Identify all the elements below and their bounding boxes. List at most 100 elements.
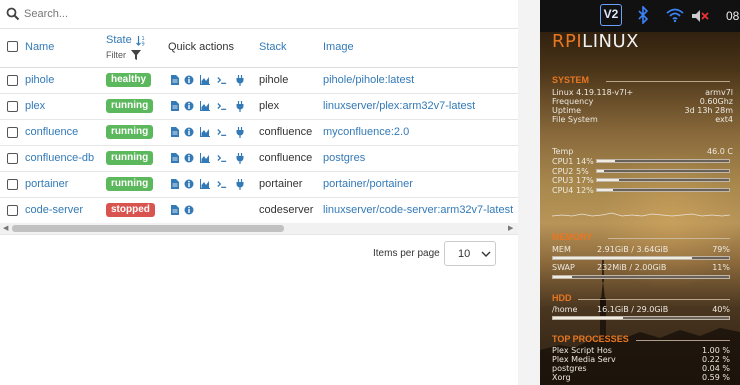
sort-icon[interactable]: 1 9 (136, 35, 146, 46)
row-checkbox[interactable] (7, 205, 18, 216)
container-name-link[interactable]: plex (25, 100, 45, 112)
search-input[interactable] (24, 5, 504, 23)
temp-label: Temp (552, 147, 574, 156)
rpilinux-logo: RPILINUX (552, 31, 639, 52)
row-checkbox[interactable] (7, 179, 18, 190)
table-row[interactable]: confluence-db running confluence postgres (0, 146, 518, 172)
scrollbar-thumb[interactable] (12, 225, 284, 232)
console-icon[interactable] (217, 152, 227, 164)
table-row[interactable]: plex running plex linuxserver/plex:arm32v7-… (0, 94, 518, 120)
items-per-page-label: Items per page (373, 248, 440, 259)
scroll-left-icon[interactable]: ◀ (3, 224, 8, 232)
clock[interactable]: 08:53 (726, 9, 740, 23)
table-row[interactable]: confluence running confluence myconfluence:… (0, 120, 518, 146)
process-name: Xorg (552, 373, 571, 382)
stats-icon[interactable] (200, 100, 210, 112)
top-processes-title: TOP PROCESSES (552, 334, 629, 344)
name-column-header[interactable]: Name (25, 41, 54, 53)
image-link[interactable]: postgres (323, 152, 365, 164)
state-filter-label[interactable]: Filter (106, 50, 126, 60)
cpu-percent: 5% (576, 166, 589, 176)
stack-name: portainer (259, 178, 303, 190)
process-name: Plex Media Serv (552, 355, 616, 364)
horizontal-scrollbar[interactable]: ◀ ▶ (0, 223, 518, 234)
temp-value: 46.0 C (707, 147, 733, 156)
console-icon[interactable] (217, 74, 227, 86)
table-row[interactable]: portainer running portainer portainer/porta… (0, 172, 518, 198)
cpu-bar (596, 187, 730, 192)
items-per-page-value: 10 (458, 248, 471, 260)
hdd-value: 16.1GiB / 29.0GiB (597, 305, 669, 314)
image-link[interactable]: linuxserver/plex:arm32v7-latest (323, 100, 475, 112)
attach-icon[interactable] (235, 100, 245, 112)
row-checkbox[interactable] (7, 101, 18, 112)
hdd-mount: /home (552, 305, 578, 314)
inspect-icon[interactable] (184, 126, 194, 138)
container-name-link[interactable]: confluence (25, 126, 78, 138)
volume-muted-icon[interactable] (690, 8, 710, 24)
stack-name: confluence (259, 126, 313, 138)
container-name-link[interactable]: pihole (25, 74, 54, 86)
hdd-percent: 40% (712, 305, 730, 314)
cpu-percent: 14% (576, 157, 594, 166)
stack-name: codeserver (259, 204, 314, 216)
items-per-page-select[interactable]: 10 (444, 241, 496, 266)
select-all-checkbox[interactable] (7, 41, 18, 52)
stats-icon[interactable] (200, 178, 210, 190)
console-icon[interactable] (217, 178, 227, 190)
filter-icon[interactable] (131, 50, 141, 60)
cpu-label: CPU4 (552, 185, 574, 195)
inspect-icon[interactable] (184, 204, 194, 216)
mem-value: 2.91GiB / 3.64GiB (597, 245, 669, 254)
scroll-right-icon[interactable]: ▶ (508, 224, 513, 232)
cpu-bar (596, 159, 730, 163)
inspect-icon[interactable] (184, 100, 194, 112)
state-column-header[interactable]: State (106, 34, 132, 46)
image-link[interactable]: pihole/pihole:latest (323, 74, 414, 86)
attach-icon[interactable] (235, 74, 245, 86)
section-divider (636, 340, 730, 341)
frequency-value: 0.60Ghz (699, 97, 733, 106)
status-badge: running (106, 177, 154, 191)
console-icon[interactable] (217, 100, 227, 112)
image-link[interactable]: linuxserver/code-server:arm32v7-latest (323, 204, 513, 216)
row-checkbox[interactable] (7, 127, 18, 138)
inspect-icon[interactable] (184, 74, 194, 86)
inspect-icon[interactable] (184, 152, 194, 164)
attach-icon[interactable] (235, 152, 245, 164)
attach-icon[interactable] (235, 178, 245, 190)
logs-icon[interactable] (170, 74, 180, 86)
image-link[interactable]: portainer/portainer (323, 178, 413, 190)
desktop-panel: V2 08:53 RPILINUX SYSTEM Linux 4.19.118-… (518, 0, 740, 385)
logs-icon[interactable] (170, 178, 180, 190)
container-name-link[interactable]: code-server (25, 204, 83, 216)
table-row[interactable]: code-server stopped codeserver linuxserver/… (0, 198, 518, 224)
inspect-icon[interactable] (184, 178, 194, 190)
process-cpu: 0.22 % (702, 355, 730, 364)
kernel-label: Linux 4.19.118-v7l+ (552, 88, 634, 97)
logs-icon[interactable] (170, 152, 180, 164)
wifi-icon[interactable] (665, 7, 685, 23)
bluetooth-icon[interactable] (637, 6, 649, 24)
row-checkbox[interactable] (7, 75, 18, 86)
attach-icon[interactable] (235, 126, 245, 138)
stats-icon[interactable] (200, 152, 210, 164)
logs-icon[interactable] (170, 126, 180, 138)
logs-icon[interactable] (170, 204, 180, 216)
row-checkbox[interactable] (7, 153, 18, 164)
console-icon[interactable] (217, 126, 227, 138)
image-link[interactable]: myconfluence:2.0 (323, 126, 409, 138)
stack-column-header[interactable]: Stack (259, 41, 287, 53)
status-badge: healthy (106, 73, 152, 87)
cpu-bar (596, 168, 730, 173)
taskbar: V2 08:53 (540, 0, 740, 32)
table-row[interactable]: pihole healthy pihole pihole/pihole:latest (0, 68, 518, 94)
image-column-header[interactable]: Image (323, 41, 354, 53)
stats-icon[interactable] (200, 126, 210, 138)
stats-icon[interactable] (200, 74, 210, 86)
section-divider (608, 238, 730, 239)
container-name-link[interactable]: portainer (25, 178, 68, 190)
logs-icon[interactable] (170, 100, 180, 112)
vnc-icon[interactable]: V2 (600, 4, 622, 26)
container-name-link[interactable]: confluence-db (25, 152, 94, 164)
